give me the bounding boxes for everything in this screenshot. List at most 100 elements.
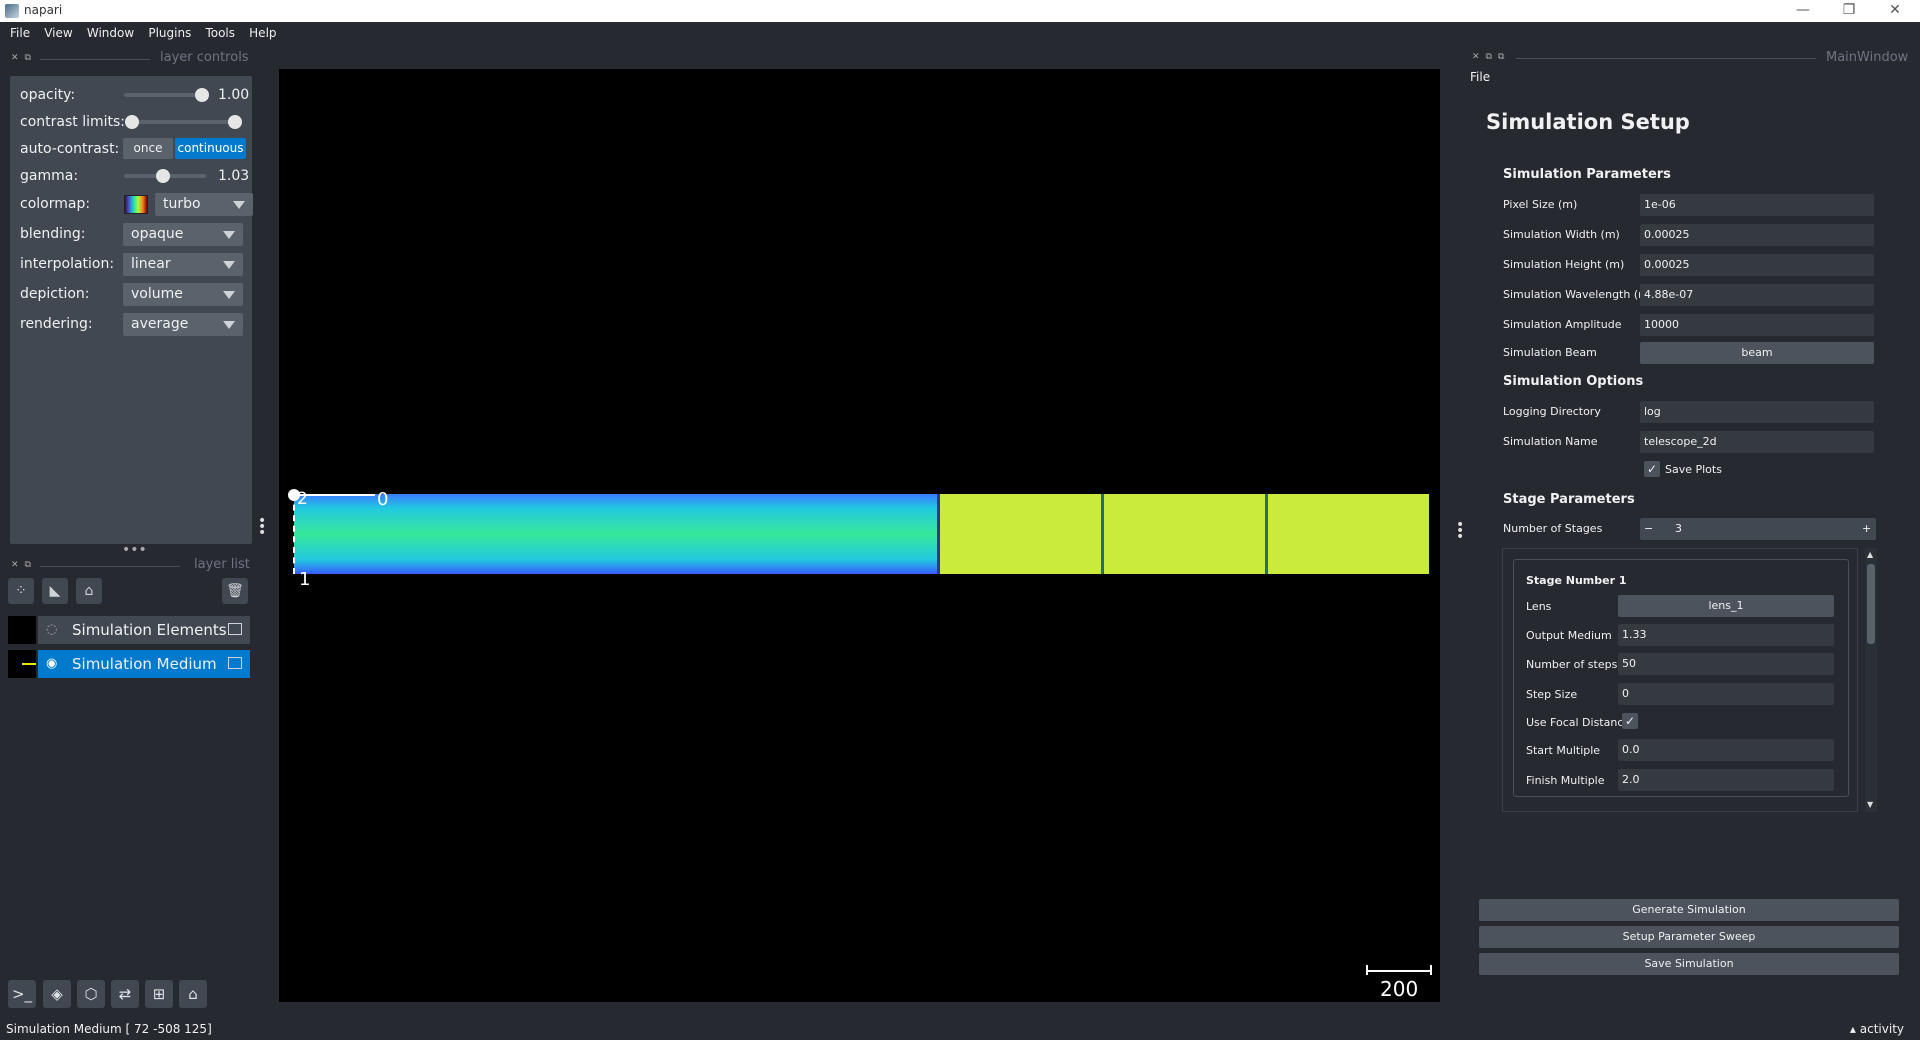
sim-amplitude-input[interactable]: 10000: [1640, 314, 1874, 336]
new-shapes-layer-button[interactable]: ◣: [42, 578, 68, 604]
menu-file[interactable]: File: [10, 22, 30, 40]
contrast-limits-slider[interactable]: [130, 120, 240, 124]
num-stages-spinbox[interactable]: − 3 +: [1640, 518, 1876, 540]
blending-value: opaque: [131, 226, 184, 242]
grid-view-button[interactable]: ⊞: [145, 980, 173, 1008]
viewer-canvas[interactable]: 2 0 1 200: [279, 69, 1440, 1002]
blending-dropdown[interactable]: opaque: [123, 223, 243, 246]
menu-window[interactable]: Window: [87, 22, 134, 40]
dock-divider: [40, 59, 150, 60]
rendering-row: rendering: average: [10, 311, 252, 337]
num-steps-input[interactable]: 50: [1618, 653, 1834, 675]
axis-label-1: 1: [299, 569, 311, 590]
colormap-label: colormap:: [20, 196, 91, 212]
gamma-slider-handle[interactable]: [156, 169, 170, 183]
step-size-input[interactable]: 0: [1618, 683, 1834, 705]
lens-button[interactable]: lens_1: [1618, 595, 1834, 617]
pixel-size-value: 1e-06: [1644, 198, 1676, 211]
stages-scrollbar[interactable]: ▲ ▼: [1865, 548, 1877, 812]
finish-multiple-label: Finish Multiple: [1526, 774, 1605, 787]
layer-list-dock-buttons[interactable]: ✕⧉: [11, 560, 37, 570]
chevron-down-icon: [223, 261, 235, 269]
layer-controls-dock-buttons[interactable]: ✕⧉: [11, 53, 37, 63]
opacity-slider[interactable]: [124, 93, 206, 97]
rendering-dropdown[interactable]: average: [123, 313, 243, 336]
new-points-layer-button[interactable]: ⁘: [8, 578, 34, 604]
depiction-dropdown[interactable]: volume: [123, 283, 243, 306]
menu-plugins[interactable]: Plugins: [148, 22, 191, 40]
num-steps-value: 50: [1622, 657, 1636, 670]
console-button[interactable]: >_: [8, 980, 36, 1008]
layer-item-simulation-elements[interactable]: ◌ Simulation Elements: [8, 616, 250, 644]
logging-directory-input[interactable]: log: [1640, 401, 1874, 423]
image-layer-icon: [228, 657, 242, 669]
tag-icon: ⌂: [84, 583, 94, 599]
main-window-menu-file[interactable]: File: [1470, 70, 1490, 84]
interpolation-dropdown[interactable]: linear: [123, 253, 243, 276]
close-button[interactable]: ✕: [1872, 0, 1918, 22]
splitter-handle-icon[interactable]: •••: [122, 542, 147, 558]
layer-item-body[interactable]: ◌ Simulation Elements: [38, 616, 250, 644]
home-button[interactable]: ⌂: [179, 980, 207, 1008]
layer-controls-title: layer controls: [160, 50, 249, 65]
save-plots-checkbox[interactable]: ✓: [1644, 461, 1660, 477]
sim-name-value: telescope_2d: [1644, 435, 1717, 448]
gamma-value[interactable]: 1.03: [218, 168, 249, 184]
generate-simulation-button[interactable]: Generate Simulation: [1479, 899, 1899, 921]
output-medium-input[interactable]: 1.33: [1618, 624, 1834, 646]
menu-view[interactable]: View: [44, 22, 72, 40]
activity-button[interactable]: ▴ activity: [1850, 1022, 1904, 1036]
points-icon: ⁘: [15, 583, 27, 599]
sim-amplitude-label: Simulation Amplitude: [1503, 318, 1622, 331]
grid-icon: ⊞: [152, 985, 166, 1003]
sim-name-input[interactable]: telescope_2d: [1640, 431, 1874, 453]
main-window-dock-buttons[interactable]: ✕⧉⧉: [1472, 52, 1510, 62]
dock-divider: [1516, 58, 1816, 59]
scroll-down-icon[interactable]: ▼: [1867, 800, 1873, 809]
layer-item-body[interactable]: ◉ Simulation Medium: [38, 650, 250, 678]
beam-button[interactable]: beam: [1640, 342, 1874, 364]
colormap-dropdown[interactable]: turbo: [155, 193, 253, 216]
opacity-value[interactable]: 1.00: [218, 87, 249, 103]
eye-closed-icon[interactable]: ◌: [46, 622, 57, 637]
sim-width-input[interactable]: 0.00025: [1640, 224, 1874, 246]
ndisplay-button[interactable]: ◈: [43, 980, 71, 1008]
lens-label: Lens: [1526, 600, 1552, 613]
save-simulation-button[interactable]: Save Simulation: [1479, 953, 1899, 975]
finish-multiple-input[interactable]: 2.0: [1618, 769, 1834, 791]
scrollbar-thumb[interactable]: [1867, 564, 1875, 644]
right-dock-splitter-icon[interactable]: • • •: [1456, 518, 1464, 544]
pixel-size-input[interactable]: 1e-06: [1640, 194, 1874, 216]
use-focal-checkbox[interactable]: ✓: [1622, 713, 1638, 729]
terminal-icon: >_: [11, 985, 33, 1003]
contrast-low-handle[interactable]: [125, 115, 139, 129]
menu-tools[interactable]: Tools: [205, 22, 235, 40]
menu-help[interactable]: Help: [249, 22, 276, 40]
scroll-up-icon[interactable]: ▲: [1867, 550, 1873, 559]
minus-icon[interactable]: −: [1644, 522, 1653, 535]
setup-parameter-sweep-button[interactable]: Setup Parameter Sweep: [1479, 926, 1899, 948]
roll-dims-button[interactable]: ⬡: [77, 980, 105, 1008]
stage-group: Stage Number 1 Lens lens_1 Output Medium…: [1513, 559, 1849, 797]
sim-wavelength-input[interactable]: 4.88e-07: [1640, 284, 1874, 306]
auto-contrast-once-button[interactable]: once: [123, 138, 173, 159]
minimize-button[interactable]: —: [1780, 0, 1826, 22]
transpose-button[interactable]: ⇄: [111, 980, 139, 1008]
start-multiple-input[interactable]: 0.0: [1618, 739, 1834, 761]
stages-scroll-area[interactable]: Stage Number 1 Lens lens_1 Output Medium…: [1502, 548, 1858, 812]
main-window-dock: ✕⧉⧉ MainWindow File Simulation Setup Sim…: [1466, 46, 1920, 1018]
left-dock-splitter-icon[interactable]: • • •: [258, 514, 266, 540]
layer-item-simulation-medium[interactable]: ◉ Simulation Medium: [8, 650, 250, 678]
contrast-high-handle[interactable]: [228, 115, 242, 129]
opacity-slider-handle[interactable]: [195, 88, 209, 102]
eye-icon[interactable]: ◉: [46, 656, 57, 671]
restore-button[interactable]: ❐: [1826, 0, 1872, 22]
home-icon: ⌂: [188, 985, 198, 1003]
delete-layer-button[interactable]: 🗑: [222, 578, 248, 604]
plus-icon[interactable]: +: [1862, 522, 1871, 535]
auto-contrast-label: auto-contrast:: [20, 141, 120, 157]
sim-height-input[interactable]: 0.00025: [1640, 254, 1874, 276]
new-labels-layer-button[interactable]: ⌂: [76, 578, 102, 604]
rendering-value: average: [131, 316, 189, 332]
auto-contrast-continuous-button[interactable]: continuous: [175, 138, 246, 159]
